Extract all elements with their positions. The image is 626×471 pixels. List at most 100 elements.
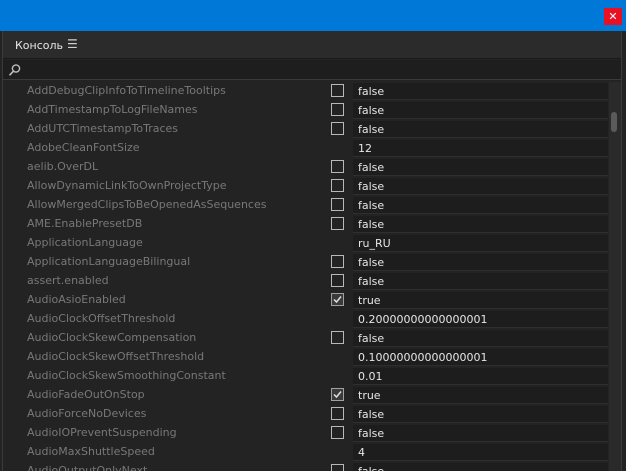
setting-row: AudioAsioEnabled true bbox=[3, 291, 608, 310]
setting-name: AudioClockSkewOffsetThreshold bbox=[27, 350, 205, 363]
setting-checkbox[interactable] bbox=[331, 388, 344, 401]
setting-name: assert.enabled bbox=[27, 274, 109, 287]
setting-value-field[interactable]: false bbox=[353, 102, 608, 119]
setting-name: AudioForceNoDevices bbox=[27, 407, 147, 420]
setting-checkbox[interactable] bbox=[331, 426, 344, 439]
setting-value-field[interactable]: false bbox=[353, 216, 608, 233]
setting-row: AddDebugClipInfoToTimelineTooltips false bbox=[3, 82, 608, 101]
setting-value: false bbox=[358, 199, 385, 212]
setting-value-field[interactable]: false bbox=[353, 83, 608, 100]
setting-row: AudioFadeOutOnStop true bbox=[3, 386, 608, 405]
setting-value: false bbox=[358, 256, 385, 269]
setting-value: false bbox=[358, 427, 385, 440]
setting-value: ru_RU bbox=[358, 237, 391, 250]
setting-checkbox[interactable] bbox=[331, 331, 344, 344]
setting-name: AddUTCTimestampToTraces bbox=[27, 122, 178, 135]
search-bar bbox=[3, 60, 621, 80]
setting-row: AudioIOPreventSuspending false bbox=[3, 424, 608, 443]
setting-value-field[interactable]: false bbox=[353, 273, 608, 290]
setting-value-field[interactable]: false bbox=[353, 159, 608, 176]
search-icon bbox=[8, 64, 21, 76]
setting-value: false bbox=[358, 275, 385, 288]
setting-value-field[interactable]: 0.20000000000000001 bbox=[353, 311, 608, 328]
setting-value: false bbox=[358, 85, 385, 98]
setting-name: AME.EnablePresetDB bbox=[27, 217, 143, 230]
setting-name: ApplicationLanguageBilingual bbox=[27, 255, 191, 268]
setting-row: AddTimestampToLogFileNames false bbox=[3, 101, 608, 120]
setting-row: aelib.OverDL false bbox=[3, 158, 608, 177]
setting-checkbox[interactable] bbox=[331, 198, 344, 211]
setting-name: AddTimestampToLogFileNames bbox=[27, 103, 198, 116]
window-titlebar: ✕ bbox=[0, 0, 626, 31]
close-icon: ✕ bbox=[608, 10, 618, 23]
setting-row: AME.EnablePresetDB false bbox=[3, 215, 608, 234]
setting-value-field[interactable]: false bbox=[353, 121, 608, 138]
setting-value-field[interactable]: false bbox=[353, 178, 608, 195]
panel-menu-icon[interactable]: ☰ bbox=[67, 37, 78, 51]
setting-value: false bbox=[358, 123, 385, 136]
setting-row: AudioClockSkewCompensation false bbox=[3, 329, 608, 348]
setting-row: ApplicationLanguage ru_RU bbox=[3, 234, 608, 253]
setting-checkbox[interactable] bbox=[331, 103, 344, 116]
setting-row: AudioClockSkewOffsetThreshold 0.100000000… bbox=[3, 348, 608, 367]
setting-row: assert.enabled false bbox=[3, 272, 608, 291]
setting-value: false bbox=[358, 218, 385, 231]
scrollbar[interactable] bbox=[609, 82, 621, 471]
setting-name: AudioIOPreventSuspending bbox=[27, 426, 177, 439]
setting-value-field[interactable]: false bbox=[353, 330, 608, 347]
setting-value-field[interactable]: true bbox=[353, 387, 608, 404]
setting-name: AllowMergedClipsToBeOpenedAsSequences bbox=[27, 198, 267, 211]
setting-row: AddUTCTimestampToTraces false bbox=[3, 120, 608, 139]
setting-name: AudioOutputOnlyNext bbox=[27, 464, 148, 471]
setting-name: AudioClockSkewSmoothingConstant bbox=[27, 369, 226, 382]
close-button[interactable]: ✕ bbox=[604, 8, 622, 25]
setting-value-field[interactable]: 4 bbox=[353, 444, 608, 461]
setting-value-field[interactable]: 0.01 bbox=[353, 368, 608, 385]
setting-value: 12 bbox=[358, 142, 372, 155]
checkmark-icon bbox=[333, 296, 342, 304]
setting-row: AudioMaxShuttleSpeed 4 bbox=[3, 443, 608, 462]
setting-value-field[interactable]: ru_RU bbox=[353, 235, 608, 252]
setting-name: AudioClockSkewCompensation bbox=[27, 331, 197, 344]
setting-name: AllowDynamicLinkToOwnProjectType bbox=[27, 179, 227, 192]
setting-value: false bbox=[358, 332, 385, 345]
scrollbar-thumb[interactable] bbox=[611, 112, 617, 132]
setting-value: false bbox=[358, 408, 385, 421]
setting-checkbox[interactable] bbox=[331, 160, 344, 173]
setting-name: AdobeCleanFontSize bbox=[27, 141, 140, 154]
setting-row: AdobeCleanFontSize 12 bbox=[3, 139, 608, 158]
setting-value: 0.20000000000000001 bbox=[358, 313, 488, 326]
search-input[interactable] bbox=[25, 61, 605, 78]
panel-header: Консоль ☰ bbox=[3, 31, 621, 59]
setting-value: false bbox=[358, 465, 384, 471]
setting-row: AudioOutputOnlyNext false bbox=[3, 462, 608, 471]
setting-checkbox[interactable] bbox=[331, 179, 344, 192]
setting-checkbox[interactable] bbox=[331, 122, 344, 135]
setting-name: AddDebugClipInfoToTimelineTooltips bbox=[27, 84, 226, 97]
setting-value-field[interactable]: false bbox=[353, 425, 608, 442]
setting-row: AudioForceNoDevices false bbox=[3, 405, 608, 424]
setting-row: ApplicationLanguageBilingual false bbox=[3, 253, 608, 272]
setting-value-field[interactable]: true bbox=[353, 292, 608, 309]
setting-value-field[interactable]: false bbox=[353, 254, 608, 271]
setting-row: AllowMergedClipsToBeOpenedAsSequences fal… bbox=[3, 196, 608, 215]
setting-name: AudioMaxShuttleSpeed bbox=[27, 445, 155, 458]
console-panel: Консоль ☰ AddDebugClipInfoToTimelineTool… bbox=[2, 31, 622, 471]
setting-checkbox[interactable] bbox=[331, 274, 344, 287]
setting-value-field[interactable]: 12 bbox=[353, 140, 608, 157]
setting-row: AudioClockOffsetThreshold 0.2000000000000… bbox=[3, 310, 608, 329]
setting-value: 0.10000000000000001 bbox=[358, 351, 488, 364]
tab-console[interactable]: Консоль bbox=[15, 39, 63, 52]
setting-checkbox[interactable] bbox=[331, 464, 344, 471]
setting-value-field[interactable]: 0.10000000000000001 bbox=[353, 349, 608, 366]
setting-checkbox[interactable] bbox=[331, 293, 344, 306]
setting-checkbox[interactable] bbox=[331, 407, 344, 420]
setting-checkbox[interactable] bbox=[331, 217, 344, 230]
setting-value-field[interactable]: false bbox=[353, 406, 608, 423]
setting-value: true bbox=[358, 294, 381, 307]
setting-checkbox[interactable] bbox=[331, 255, 344, 268]
setting-value-field[interactable]: false bbox=[353, 197, 608, 214]
setting-value-field[interactable]: false bbox=[353, 463, 608, 471]
setting-value: 4 bbox=[358, 446, 365, 459]
setting-checkbox[interactable] bbox=[331, 84, 344, 97]
